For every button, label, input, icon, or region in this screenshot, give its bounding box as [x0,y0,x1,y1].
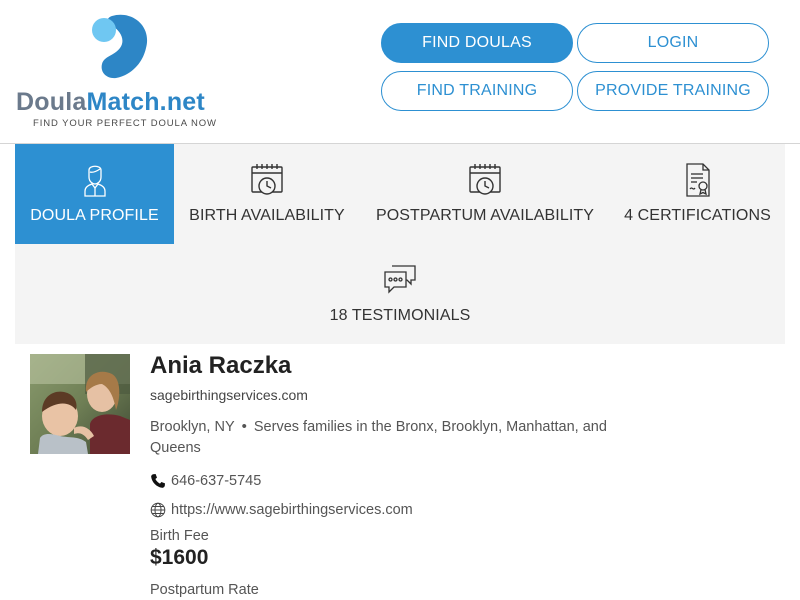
calendar-clock-icon [469,164,501,195]
website-short-link[interactable]: sagebirthingservices.com [150,387,308,403]
phone-number[interactable]: 646-637-5745 [171,471,261,491]
postpartum-rate-label: Postpartum Rate [150,582,259,598]
tab-label: 4 CERTIFICATIONS [624,207,771,224]
phone-icon [151,474,165,488]
profile-tabs: DOULA PROFILE BIRTH AVAILABILITY POSTPAR… [15,144,785,344]
site-header: DoulaMatch.net FIND YOUR PERFECT DOULA N… [0,0,800,144]
tab-label: 18 TESTIMONIALS [329,307,471,324]
site-logo[interactable]: DoulaMatch.net FIND YOUR PERFECT DOULA N… [16,12,216,132]
tab-label: BIRTH AVAILABILITY [189,207,345,224]
bullet-separator: • [241,418,247,435]
tab-birth-availability[interactable]: BIRTH AVAILABILITY [174,144,360,244]
location-city: Brooklyn, NY [150,419,235,435]
birth-fee-value: $1600 [150,546,209,569]
logo-wordmark: DoulaMatch.net [16,88,205,116]
calendar-clock-icon [251,164,283,195]
chat-bubbles-icon [384,265,416,294]
find-doulas-button[interactable]: FIND DOULAS [381,23,573,63]
logo-mark-icon [92,14,148,79]
website-url-link[interactable]: https://www.sagebirthingservices.com [171,500,413,520]
tab-label: POSTPARTUM AVAILABILITY [375,207,595,224]
find-training-button[interactable]: FIND TRAINING [381,71,573,111]
login-button[interactable]: LOGIN [577,23,769,63]
location-info: Brooklyn, NY • Serves families in the Bron… [150,416,650,459]
tab-certifications[interactable]: 4 CERTIFICATIONS [610,144,785,244]
globe-icon [150,502,166,518]
tab-label: DOULA PROFILE [30,207,159,224]
logo-word-doula: Doula [16,88,87,116]
doula-name: Ania Raczka [150,352,292,379]
logo-word-match: Match.net [86,88,205,116]
certificate-document-icon [685,163,710,197]
provide-training-button[interactable]: PROVIDE TRAINING [577,71,769,111]
birth-fee-label: Birth Fee [150,528,209,544]
tab-postpartum-availability[interactable]: POSTPARTUM AVAILABILITY [360,144,610,244]
tab-testimonials[interactable]: 18 TESTIMONIALS [15,244,785,344]
doula-person-icon [83,165,106,197]
logo-tagline: FIND YOUR PERFECT DOULA NOW [33,118,217,129]
doula-profile-photo [30,354,130,454]
tab-doula-profile[interactable]: DOULA PROFILE [15,144,174,244]
